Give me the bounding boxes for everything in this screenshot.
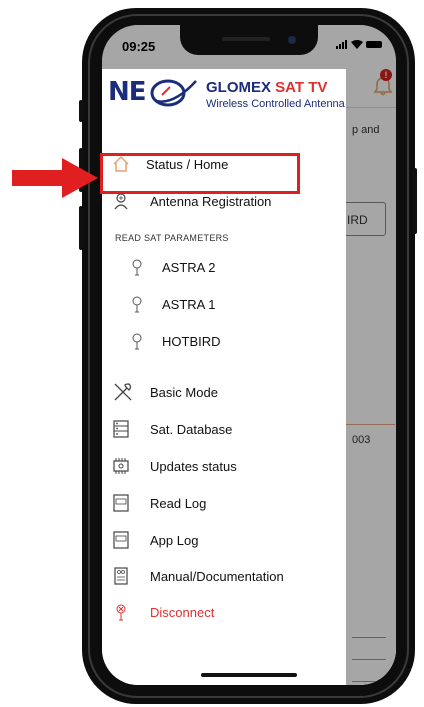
menu-label: HOTBIRD: [162, 333, 221, 349]
logo-brand: GLOMEX SAT TV: [206, 79, 327, 96]
satellite-icon: [132, 259, 142, 276]
menu-label: Read Log: [150, 495, 207, 511]
menu-label: App Log: [150, 532, 199, 548]
red-arrow-icon: [12, 158, 98, 198]
menu-label: Manual/Documentation: [150, 568, 284, 584]
log-icon: [113, 531, 129, 549]
menu-label: Antenna Registration: [150, 193, 272, 209]
menu-label: Disconnect: [150, 604, 215, 620]
logo-antenna-icon: [150, 79, 197, 107]
menu-label: Updates status: [150, 458, 237, 474]
logo-ne: NE: [108, 77, 147, 107]
database-icon: [113, 420, 129, 438]
status-icons: [336, 40, 382, 49]
menu-item-updates-status[interactable]: Updates status: [102, 451, 346, 481]
menu-item-basic-mode[interactable]: Basic Mode: [102, 377, 346, 407]
camera: [288, 36, 296, 44]
side-button-volume-down: [79, 206, 83, 250]
satellite-icon: [132, 333, 142, 350]
side-button-silent: [79, 100, 83, 122]
menu-item-astra1[interactable]: ASTRA 1: [102, 289, 346, 319]
app-logo: NE GLOMEX SAT TV Wireless Controlled Ant…: [108, 71, 346, 117]
chip-icon: [113, 458, 129, 474]
menu-item-hotbird[interactable]: HOTBIRD: [102, 326, 346, 356]
menu-item-disconnect[interactable]: Disconnect: [102, 597, 346, 627]
logo-subtitle: Wireless Controlled Antenna: [206, 98, 345, 110]
menu-label: ASTRA 2: [162, 259, 216, 275]
battery-icon: [366, 41, 382, 48]
log-icon: [113, 494, 129, 512]
menu-item-sat-database[interactable]: Sat. Database: [102, 414, 346, 444]
menu-item-manual[interactable]: Manual/Documentation: [102, 561, 346, 591]
phone-screen: ! p and IRD 003 09:25 NE GLOMEX SAT TV W…: [102, 25, 396, 685]
manual-icon: [114, 567, 128, 585]
signal-icon: [336, 40, 347, 49]
status-bar: 09:25: [102, 25, 396, 69]
user-icon: [114, 193, 128, 210]
section-header-read-sat: READ SAT PARAMETERS: [115, 233, 229, 243]
satellite-icon: [132, 296, 142, 313]
menu-label: ASTRA 1: [162, 296, 216, 312]
highlight-box: [100, 153, 300, 194]
home-indicator[interactable]: [201, 673, 297, 677]
side-button-power: [413, 168, 417, 234]
disconnect-icon: [116, 604, 126, 621]
wifi-icon: [351, 40, 363, 49]
status-time: 09:25: [122, 39, 156, 54]
tools-icon: [114, 383, 132, 401]
logo-brand-main: GLOMEX: [206, 79, 276, 96]
logo-brand-accent: SAT TV: [275, 79, 328, 96]
menu-item-app-log[interactable]: App Log: [102, 525, 346, 555]
menu-label: Sat. Database: [150, 421, 233, 437]
menu-item-astra2[interactable]: ASTRA 2: [102, 252, 346, 282]
menu-item-read-log[interactable]: Read Log: [102, 488, 346, 518]
speaker: [222, 37, 270, 41]
menu-label: Basic Mode: [150, 384, 218, 400]
